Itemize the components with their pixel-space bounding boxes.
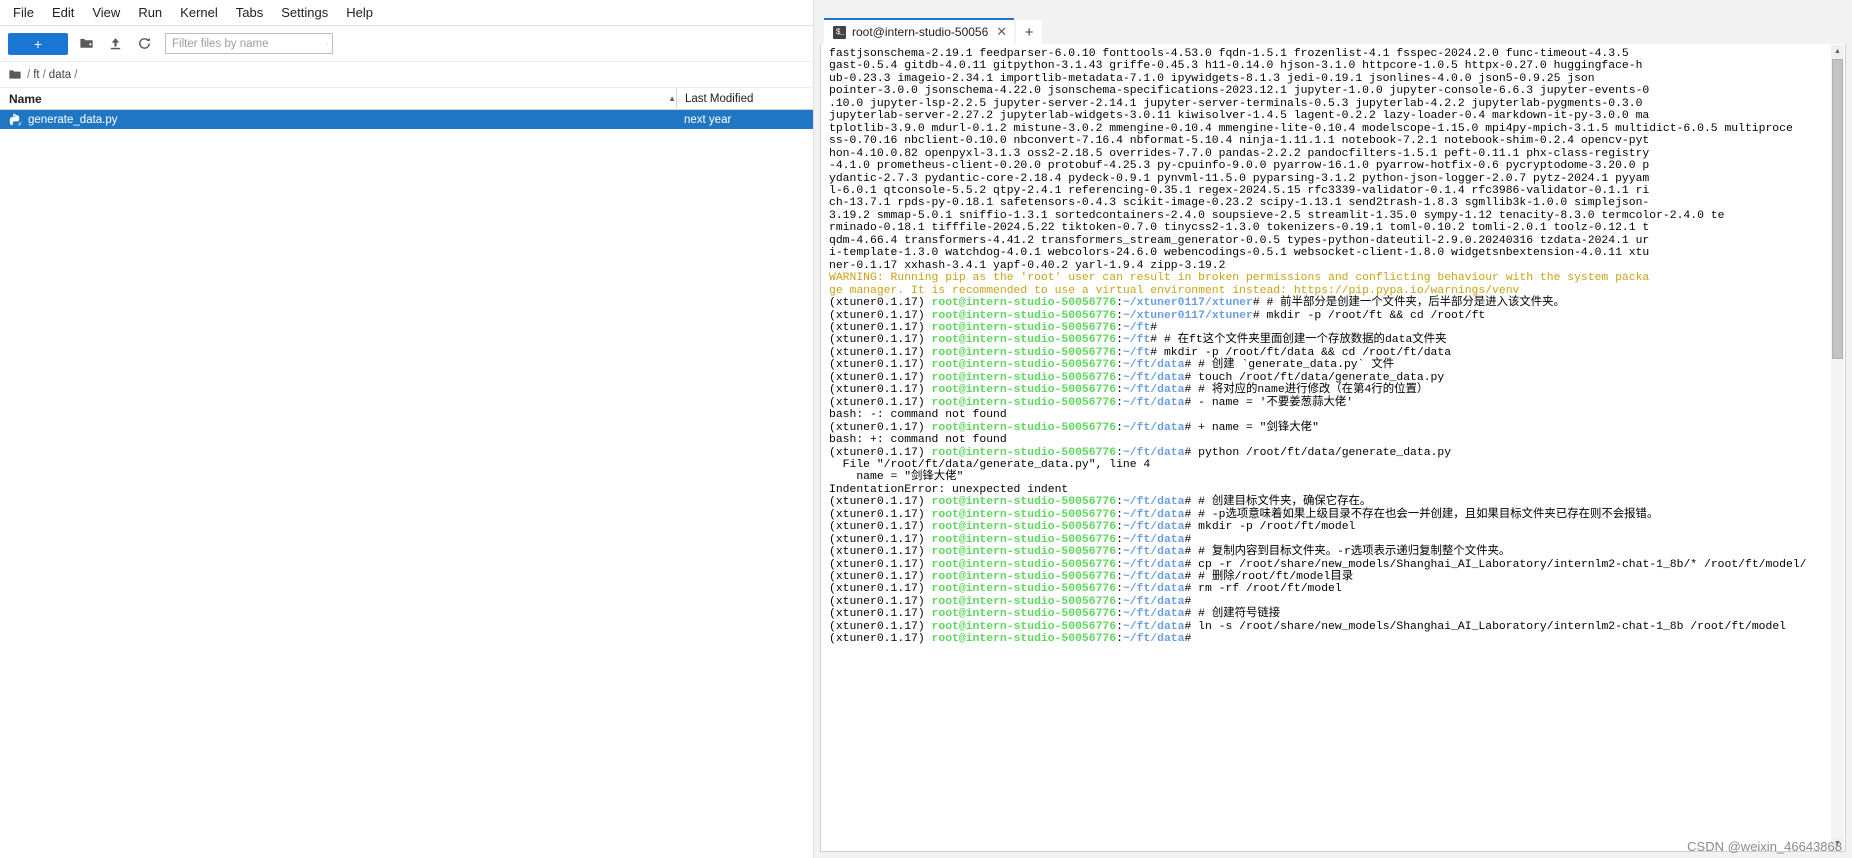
menu-bar: File Edit View Run Kernel Tabs Settings … bbox=[0, 0, 813, 26]
terminal-line: bash: +: command not found bbox=[829, 434, 1007, 447]
terminal-line: ner-0.1.17 xxhash-3.4.1 yapf-0.40.2 yarl… bbox=[829, 259, 1226, 272]
terminal-scrollbar[interactable]: ▲ ▼ bbox=[1831, 45, 1844, 850]
terminal-line: (xtuner0.1.17) root@intern-studio-500567… bbox=[829, 533, 1192, 546]
terminal-line: (xtuner0.1.17) root@intern-studio-500567… bbox=[829, 309, 1486, 322]
breadcrumb-sep-1: / bbox=[42, 68, 46, 81]
search-icon bbox=[326, 42, 328, 45]
terminal-line: (xtuner0.1.17) root@intern-studio-500567… bbox=[829, 608, 1281, 621]
terminal-icon: $_ bbox=[833, 25, 846, 39]
terminal-line: (xtuner0.1.17) root@intern-studio-500567… bbox=[829, 546, 1511, 559]
terminal-line: ydantic-2.7.3 pydantic-core-2.18.4 pydec… bbox=[829, 172, 1650, 185]
terminal-line: (xtuner0.1.17) root@intern-studio-500567… bbox=[829, 421, 1319, 434]
terminal-line: (xtuner0.1.17) root@intern-studio-500567… bbox=[829, 521, 1356, 534]
terminal-tab-bar: $_ root@intern-studio-50056 ✕ + bbox=[820, 18, 1846, 44]
menu-view[interactable]: View bbox=[83, 1, 129, 25]
file-modified-cell: next year bbox=[684, 113, 732, 126]
jupyterlab-window: File Edit View Run Kernel Tabs Settings … bbox=[0, 0, 1852, 858]
terminal-line: (xtuner0.1.17) root@intern-studio-500567… bbox=[829, 620, 1787, 633]
folder-icon[interactable] bbox=[9, 69, 21, 80]
menu-edit[interactable]: Edit bbox=[43, 1, 83, 25]
terminal-line: 3.19.2 smmap-5.0.1 sniffio-1.3.1 sortedc… bbox=[829, 209, 1725, 222]
upload-icon[interactable] bbox=[104, 33, 126, 55]
terminal-line: name = "剑锋大佬" bbox=[829, 471, 964, 484]
terminal-line: pointer-3.0.0 jsonschema-4.22.0 jsonsche… bbox=[829, 85, 1650, 98]
terminal-line: -4.1.0 prometheus-client-0.20.0 protobuf… bbox=[829, 160, 1650, 173]
tab-terminal-label: root@intern-studio-50056 bbox=[852, 25, 989, 39]
terminal-line: IndentationError: unexpected indent bbox=[829, 483, 1069, 496]
terminal-line: bash: -: command not found bbox=[829, 409, 1007, 422]
terminal-line: .10.0 jupyter-lsp-2.2.5 jupyter-server-2… bbox=[829, 97, 1650, 110]
terminal-line: (xtuner0.1.17) root@intern-studio-500567… bbox=[829, 334, 1447, 347]
scrollbar-thumb[interactable] bbox=[1832, 59, 1843, 359]
terminal-line: rminado-0.18.1 tifffile-2024.5.22 tiktok… bbox=[829, 222, 1650, 235]
terminal-line: tplotlib-3.9.0 mdurl-0.1.2 mistune-3.0.2… bbox=[829, 122, 1793, 135]
menu-settings[interactable]: Settings bbox=[272, 1, 337, 25]
new-folder-icon[interactable] bbox=[75, 33, 97, 55]
menu-run[interactable]: Run bbox=[129, 1, 171, 25]
terminal-line: qdm-4.66.4 transformers-4.41.2 transform… bbox=[829, 234, 1650, 247]
refresh-icon[interactable] bbox=[133, 33, 155, 55]
terminal-line: (xtuner0.1.17) root@intern-studio-500567… bbox=[829, 359, 1395, 372]
terminal-line: File "/root/ft/data/generate_data.py", l… bbox=[829, 458, 1151, 471]
list-item[interactable]: generate_data.py next year bbox=[0, 110, 813, 129]
terminal-line: ub-0.23.3 imageio-2.34.1 importlib-metad… bbox=[829, 72, 1595, 85]
terminal-line: ch-13.7.1 rpds-py-0.18.1 safetensors-0.4… bbox=[829, 197, 1650, 210]
breadcrumb-sep-0: / bbox=[27, 68, 31, 81]
filter-files-box[interactable] bbox=[165, 33, 333, 54]
menu-kernel[interactable]: Kernel bbox=[171, 1, 227, 25]
watermark: CSDN @weixin_46643868 bbox=[1687, 839, 1842, 854]
terminal-line: ge manager. It is recommended to use a v… bbox=[829, 284, 1520, 297]
file-list-column-header: Name ▲ Last Modified bbox=[0, 88, 813, 110]
terminal-line: (xtuner0.1.17) root@intern-studio-500567… bbox=[829, 321, 1158, 334]
terminal-line: (xtuner0.1.17) root@intern-studio-500567… bbox=[829, 446, 1452, 459]
python-file-icon bbox=[9, 113, 22, 126]
column-header-last-modified[interactable]: Last Modified bbox=[676, 88, 804, 109]
search-input[interactable] bbox=[172, 37, 326, 50]
file-browser-toolbar: + bbox=[0, 26, 813, 62]
sort-ascending-icon[interactable]: ▲ bbox=[668, 94, 676, 103]
terminal-line: (xtuner0.1.17) root@intern-studio-500567… bbox=[829, 396, 1354, 409]
breadcrumb-sep-2: / bbox=[74, 68, 78, 81]
file-name-cell: generate_data.py bbox=[9, 113, 676, 126]
terminal-line: (xtuner0.1.17) root@intern-studio-500567… bbox=[829, 384, 1429, 397]
terminal-line: fastjsonschema-2.19.1 feedparser-6.0.10 … bbox=[829, 48, 1629, 60]
terminal-line: jupyterlab-server-2.27.2 jupyterlab-widg… bbox=[829, 110, 1650, 123]
menu-help[interactable]: Help bbox=[337, 1, 382, 25]
column-name-sorter[interactable]: Name bbox=[9, 92, 668, 106]
new-launcher-button[interactable]: + bbox=[8, 32, 68, 55]
terminal-dock-panel: $_ root@intern-studio-50056 ✕ + fastjson… bbox=[814, 0, 1852, 858]
terminal-line: (xtuner0.1.17) root@intern-studio-500567… bbox=[829, 371, 1445, 384]
menu-tabs[interactable]: Tabs bbox=[227, 1, 272, 25]
terminal-line: (xtuner0.1.17) root@intern-studio-500567… bbox=[829, 571, 1354, 584]
column-header-name: Name bbox=[9, 91, 42, 106]
terminal-line: ss-0.70.16 nbclient-0.10.0 nbconvert-7.1… bbox=[829, 135, 1650, 148]
terminal-line: (xtuner0.1.17) root@intern-studio-500567… bbox=[829, 633, 1192, 646]
file-name-label: generate_data.py bbox=[28, 113, 118, 126]
menu-file[interactable]: File bbox=[4, 1, 43, 25]
file-list: generate_data.py next year bbox=[0, 110, 813, 858]
terminal-line: WARNING: Running pip as the 'root' user … bbox=[829, 272, 1650, 285]
breadcrumb: / ft / data / bbox=[0, 62, 813, 88]
add-tab-button[interactable]: + bbox=[1016, 20, 1043, 44]
terminal-line: hon-4.10.0.82 openpyxl-3.1.3 oss2-2.18.5… bbox=[829, 147, 1650, 160]
tab-terminal[interactable]: $_ root@intern-studio-50056 ✕ bbox=[824, 18, 1015, 44]
terminal-line: gast-0.5.4 gitdb-4.0.11 gitpython-3.1.43… bbox=[829, 60, 1643, 73]
scroll-up-icon[interactable]: ▲ bbox=[1831, 45, 1844, 58]
terminal-line: (xtuner0.1.17) root@intern-studio-500567… bbox=[829, 297, 1565, 310]
terminal-text: fastjsonschema-2.19.1 feedparser-6.0.10 … bbox=[829, 48, 1845, 646]
terminal-line: (xtuner0.1.17) root@intern-studio-500567… bbox=[829, 558, 1807, 571]
terminal-output-area[interactable]: fastjsonschema-2.19.1 feedparser-6.0.10 … bbox=[820, 44, 1846, 852]
close-icon[interactable]: ✕ bbox=[996, 24, 1007, 40]
terminal-line: i-template-1.3.0 watchdog-4.0.1 webcolor… bbox=[829, 247, 1650, 260]
terminal-line: (xtuner0.1.17) root@intern-studio-500567… bbox=[829, 595, 1192, 608]
file-browser-panel: File Edit View Run Kernel Tabs Settings … bbox=[0, 0, 814, 858]
terminal-line: (xtuner0.1.17) root@intern-studio-500567… bbox=[829, 508, 1659, 521]
terminal-line: l-6.0.1 qtconsole-5.5.2 qtpy-2.4.1 refer… bbox=[829, 184, 1650, 197]
terminal-line: (xtuner0.1.17) root@intern-studio-500567… bbox=[829, 346, 1452, 359]
terminal-line: (xtuner0.1.17) root@intern-studio-500567… bbox=[829, 583, 1342, 596]
terminal-line: (xtuner0.1.17) root@intern-studio-500567… bbox=[829, 496, 1372, 509]
breadcrumb-item-ft[interactable]: ft bbox=[33, 69, 39, 81]
breadcrumb-item-data[interactable]: data bbox=[49, 69, 71, 81]
